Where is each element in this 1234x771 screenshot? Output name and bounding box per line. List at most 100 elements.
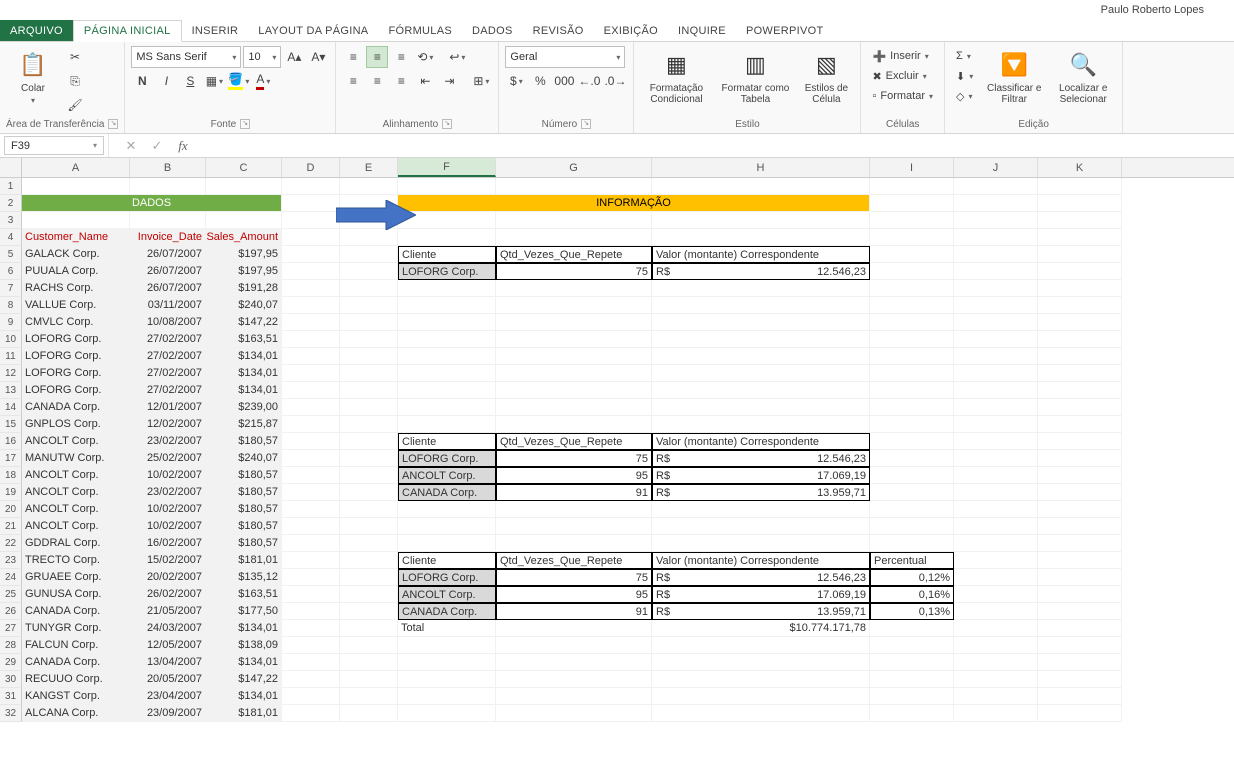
cell[interactable] <box>954 297 1038 314</box>
column-header-J[interactable]: J <box>954 158 1038 177</box>
cell[interactable] <box>282 365 340 382</box>
copy-button[interactable]: ⎘ <box>64 70 86 92</box>
cell[interactable]: 20/05/2007 <box>130 671 206 688</box>
cell[interactable] <box>1038 433 1122 450</box>
align-middle-button[interactable]: ≡ <box>366 46 388 68</box>
cell[interactable]: Percentual <box>870 552 954 569</box>
insert-cells-button[interactable]: ➕Inserir▾ <box>867 46 933 66</box>
cell[interactable] <box>954 450 1038 467</box>
tab-inquire[interactable]: INQUIRE <box>668 20 736 41</box>
align-right-button[interactable]: ≡ <box>390 70 412 92</box>
cell[interactable] <box>954 671 1038 688</box>
cell[interactable] <box>340 297 398 314</box>
fill-button[interactable]: ⬇▾ <box>951 66 978 86</box>
cell[interactable] <box>954 586 1038 603</box>
cell[interactable]: CANADA Corp. <box>22 603 130 620</box>
cell[interactable]: 10/02/2007 <box>130 518 206 535</box>
cell[interactable] <box>870 348 954 365</box>
cell[interactable] <box>870 263 954 280</box>
cell[interactable]: 75 <box>496 569 652 586</box>
insert-function-button[interactable]: fx <box>170 134 196 157</box>
cell[interactable] <box>870 671 954 688</box>
cell[interactable] <box>870 314 954 331</box>
cell[interactable]: $240,07 <box>206 450 282 467</box>
cell[interactable] <box>1038 484 1122 501</box>
cell[interactable] <box>398 535 496 552</box>
cell[interactable] <box>282 552 340 569</box>
cell[interactable] <box>1038 229 1122 246</box>
column-header-K[interactable]: K <box>1038 158 1122 177</box>
cell[interactable] <box>652 399 870 416</box>
cell[interactable] <box>1038 331 1122 348</box>
cell[interactable]: $191,28 <box>206 280 282 297</box>
cell[interactable]: GNPLOS Corp. <box>22 416 130 433</box>
cell[interactable]: 91 <box>496 603 652 620</box>
cell[interactable] <box>340 467 398 484</box>
cell[interactable] <box>496 518 652 535</box>
align-bottom-button[interactable]: ≡ <box>390 46 412 68</box>
cell[interactable] <box>496 212 652 229</box>
row-header[interactable]: 12 <box>0 365 22 382</box>
cell[interactable] <box>1038 382 1122 399</box>
cell[interactable]: LOFORG Corp. <box>398 450 496 467</box>
cell[interactable] <box>496 637 652 654</box>
cell[interactable]: $180,57 <box>206 433 282 450</box>
formula-input[interactable] <box>196 134 1234 157</box>
cell[interactable]: 75 <box>496 263 652 280</box>
wrap-text-button[interactable]: ↩ <box>446 46 468 68</box>
comma-format-button[interactable]: 000 <box>553 70 575 92</box>
column-header-A[interactable]: A <box>22 158 130 177</box>
row-header[interactable]: 2 <box>0 195 22 212</box>
cell[interactable]: $147,22 <box>206 314 282 331</box>
cell[interactable]: $134,01 <box>206 654 282 671</box>
cell[interactable]: $138,09 <box>206 637 282 654</box>
italic-button[interactable]: I <box>155 70 177 92</box>
cell[interactable]: $180,57 <box>206 467 282 484</box>
cell[interactable] <box>954 552 1038 569</box>
cell[interactable] <box>282 484 340 501</box>
cell[interactable]: DADOS <box>22 195 282 212</box>
cell[interactable]: 23/09/2007 <box>130 705 206 722</box>
cell[interactable] <box>496 348 652 365</box>
cell[interactable] <box>652 416 870 433</box>
cell[interactable]: $180,57 <box>206 501 282 518</box>
cell[interactable]: 26/07/2007 <box>130 246 206 263</box>
cell-styles-button[interactable]: ▧ Estilos de Célula <box>798 46 854 114</box>
cell[interactable]: $134,01 <box>206 620 282 637</box>
cell[interactable]: CMVLC Corp. <box>22 314 130 331</box>
cell[interactable] <box>398 654 496 671</box>
cell[interactable]: R$17.069,19 <box>652 586 870 603</box>
cell[interactable]: R$17.069,19 <box>652 467 870 484</box>
cell[interactable] <box>954 314 1038 331</box>
cell[interactable]: ANCOLT Corp. <box>22 433 130 450</box>
cell[interactable] <box>1038 178 1122 195</box>
cell[interactable]: R$12.546,23 <box>652 263 870 280</box>
cell[interactable] <box>340 654 398 671</box>
cell[interactable] <box>954 365 1038 382</box>
row-header[interactable]: 32 <box>0 705 22 722</box>
column-header-D[interactable]: D <box>282 158 340 177</box>
percent-format-button[interactable]: % <box>529 70 551 92</box>
cell[interactable] <box>870 654 954 671</box>
cell[interactable] <box>282 620 340 637</box>
cell[interactable] <box>496 688 652 705</box>
increase-font-button[interactable]: A▴ <box>283 46 305 68</box>
number-format-combo[interactable]: Geral <box>505 46 625 68</box>
row-header[interactable]: 10 <box>0 331 22 348</box>
cell[interactable] <box>282 467 340 484</box>
cell[interactable]: LOFORG Corp. <box>22 365 130 382</box>
cell[interactable]: 12/02/2007 <box>130 416 206 433</box>
cell[interactable] <box>652 280 870 297</box>
cell[interactable]: 23/02/2007 <box>130 484 206 501</box>
cell[interactable] <box>282 637 340 654</box>
cell[interactable]: $239,00 <box>206 399 282 416</box>
cell[interactable] <box>652 518 870 535</box>
font-name-combo[interactable]: MS Sans Serif <box>131 46 241 68</box>
row-header[interactable]: 14 <box>0 399 22 416</box>
column-header-I[interactable]: I <box>870 158 954 177</box>
enter-formula-button[interactable]: ✓ <box>144 134 170 157</box>
cell[interactable] <box>954 501 1038 518</box>
cell[interactable] <box>340 688 398 705</box>
cell[interactable]: Invoice_Date <box>130 229 206 246</box>
cell[interactable] <box>954 263 1038 280</box>
